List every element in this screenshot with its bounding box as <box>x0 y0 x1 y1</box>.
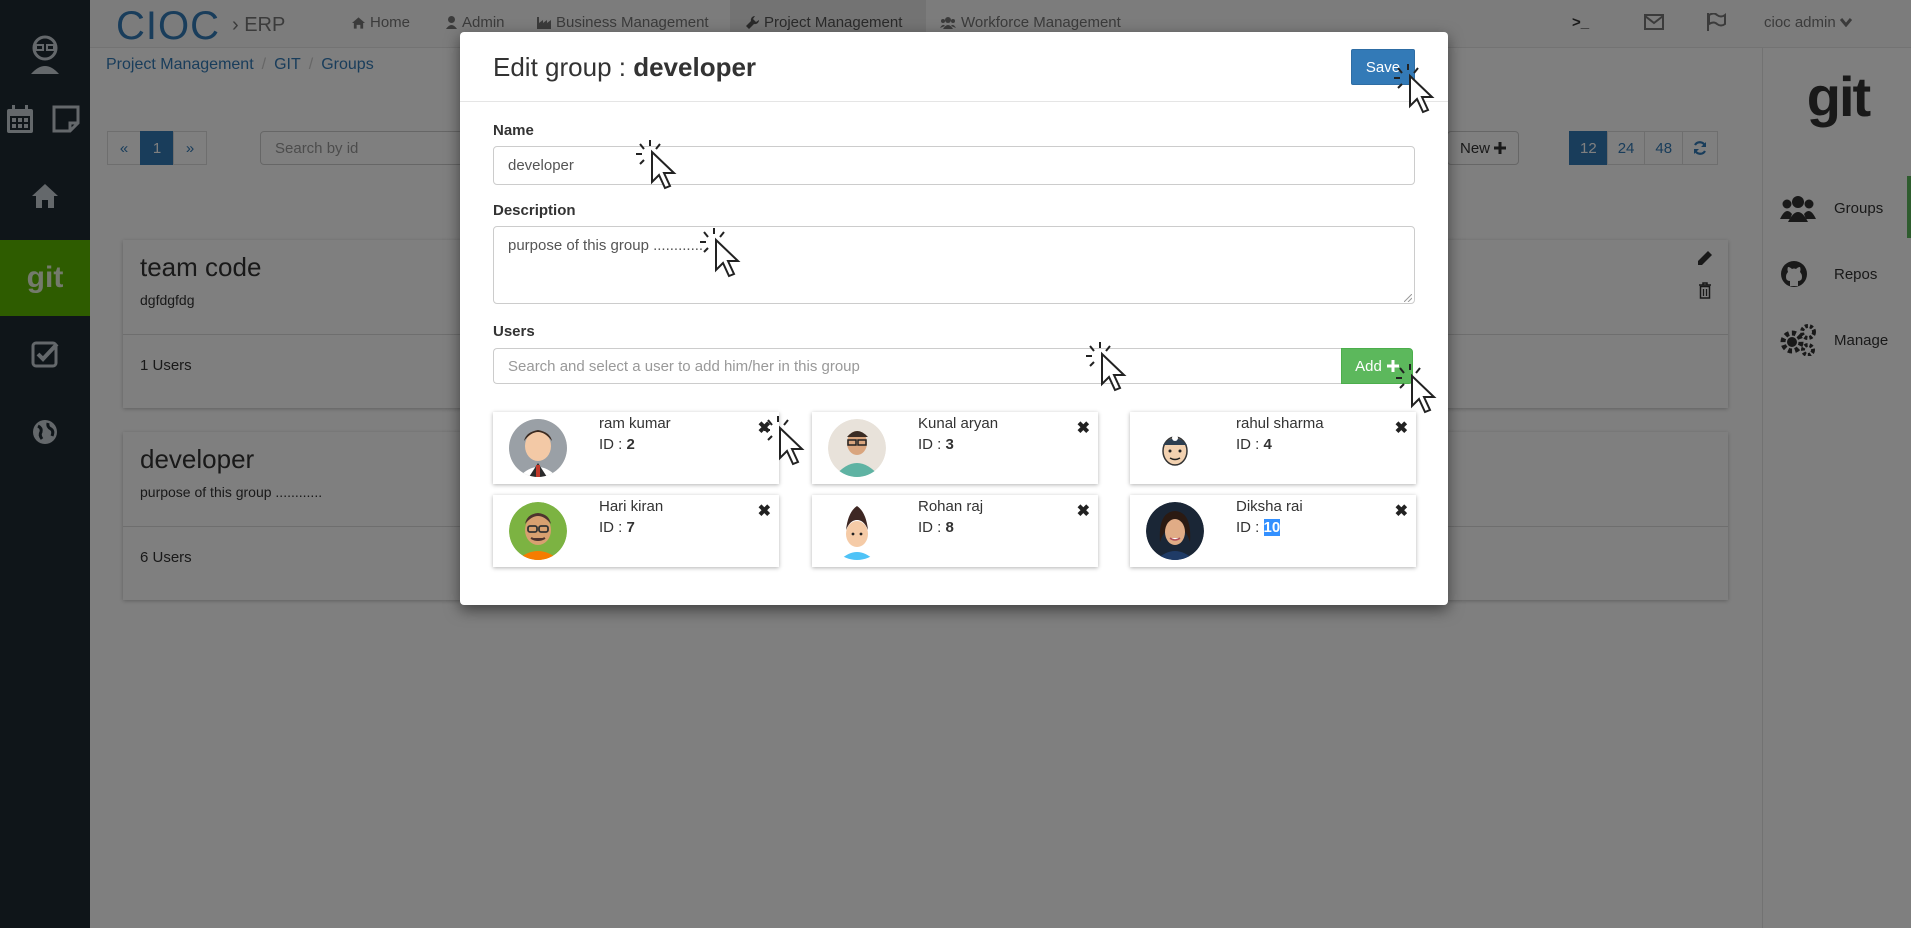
name-label: Name <box>493 122 534 139</box>
user-id-prefix: ID : <box>918 436 946 453</box>
remove-user-icon[interactable]: ✖ <box>1077 418 1090 438</box>
user-name: Rohan raj <box>918 498 984 515</box>
user-id: ID : 8 <box>918 519 954 536</box>
user-id-prefix: ID : <box>918 519 946 536</box>
avatar <box>1146 502 1204 560</box>
user-id-value: 7 <box>626 519 635 536</box>
user-id-value: 2 <box>626 436 635 453</box>
click-cursor-icon <box>700 228 741 278</box>
user-id: ID : 4 <box>1236 436 1272 453</box>
remove-user-icon[interactable]: ✖ <box>758 501 771 521</box>
user-name: ram kumar <box>599 415 671 432</box>
remove-user-icon[interactable]: ✖ <box>1077 501 1090 521</box>
user-name: rahul sharma <box>1236 415 1324 432</box>
edit-group-modal: Edit group : developer Save Name develop… <box>460 32 1448 605</box>
user-id-value: 8 <box>945 519 954 536</box>
resize-handle-icon[interactable] <box>1404 294 1412 302</box>
user-id: ID : 10 <box>1236 519 1281 536</box>
user-card: Diksha rai ID : 10 ✖ <box>1130 495 1416 567</box>
user-id-prefix: ID : <box>599 436 627 453</box>
user-name: Kunal aryan <box>918 415 999 432</box>
modal-header: Edit group : developer Save <box>460 32 1448 102</box>
user-card: ram kumar ID : 2 ✖ <box>493 412 779 484</box>
avatar <box>828 419 886 477</box>
description-label: Description <box>493 202 576 219</box>
user-id: ID : 7 <box>599 519 635 536</box>
modal-title-group-name: developer <box>633 52 757 82</box>
user-card: Rohan raj ID : 8 ✖ <box>812 495 1098 567</box>
avatar <box>509 419 567 477</box>
user-id-prefix: ID : <box>1236 519 1264 536</box>
user-search-input[interactable]: Search and select a user to add him/her … <box>493 348 1341 384</box>
modal-title: Edit group : developer <box>493 52 756 83</box>
user-card: Hari kiran ID : 7 ✖ <box>493 495 779 567</box>
users-label: Users <box>493 323 535 340</box>
name-input[interactable]: developer <box>493 146 1415 185</box>
user-card: rahul sharma ID : 4 ✖ <box>1130 412 1416 484</box>
description-textarea[interactable]: purpose of this group ............ <box>493 226 1415 304</box>
remove-user-icon[interactable]: ✖ <box>1395 501 1408 521</box>
click-cursor-icon <box>764 416 805 466</box>
click-cursor-icon <box>1396 364 1437 414</box>
user-id: ID : 2 <box>599 436 635 453</box>
user-id: ID : 3 <box>918 436 954 453</box>
avatar <box>1146 419 1204 477</box>
click-cursor-icon <box>1394 64 1435 114</box>
user-name: Hari kiran <box>599 498 664 515</box>
user-id-value: 10 <box>1263 519 1281 536</box>
modal-title-prefix: Edit group : <box>493 52 634 82</box>
user-id-value: 3 <box>945 436 954 453</box>
user-name: Diksha rai <box>1236 498 1303 515</box>
add-button-label: Add <box>1355 357 1382 375</box>
click-cursor-icon <box>1086 342 1127 392</box>
user-id-prefix: ID : <box>1236 436 1264 453</box>
click-cursor-icon <box>636 140 677 190</box>
avatar <box>509 502 567 560</box>
user-id-prefix: ID : <box>599 519 627 536</box>
avatar <box>828 502 886 560</box>
user-id-value: 4 <box>1263 436 1272 453</box>
user-card: Kunal aryan ID : 3 ✖ <box>812 412 1098 484</box>
